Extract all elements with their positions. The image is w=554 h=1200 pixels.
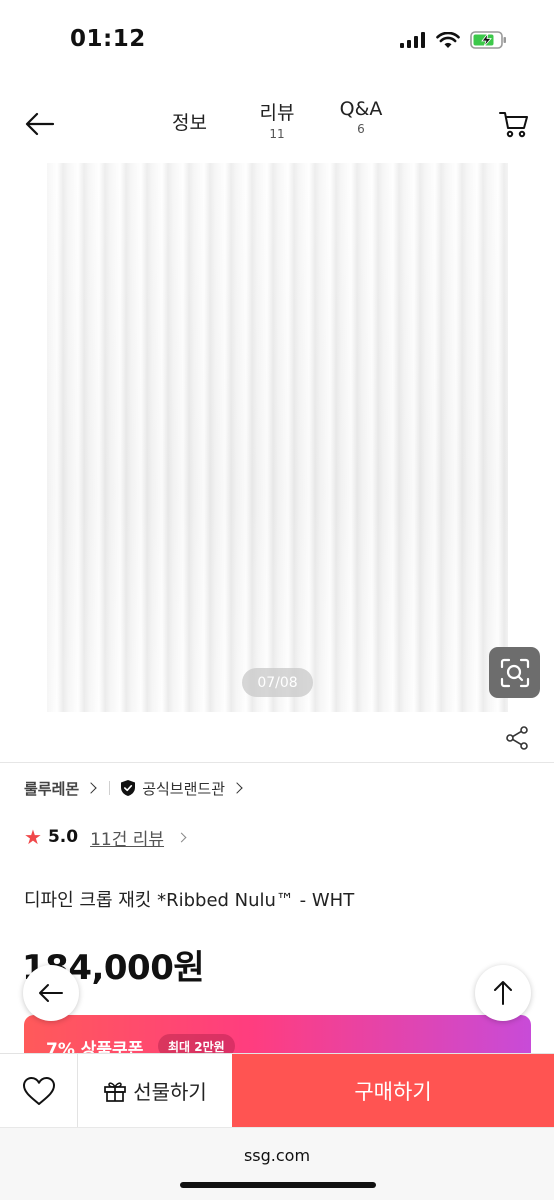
star-icon: ★: [24, 825, 42, 849]
tab-info-label: 정보: [172, 112, 207, 134]
brand-row: 룰루레몬 공식브랜드관: [24, 776, 243, 800]
wifi-icon: [436, 31, 460, 48]
gift-label: 선물하기: [133, 1080, 207, 1104]
floating-back-button[interactable]: [23, 965, 79, 1021]
gift-button[interactable]: 선물하기: [78, 1054, 232, 1127]
review-chevron-icon: [176, 832, 187, 842]
signal-icon: [400, 32, 425, 48]
back-button[interactable]: [22, 106, 58, 142]
image-counter: 07/08: [242, 668, 313, 697]
status-icons: [400, 30, 508, 50]
arrow-left-icon: [25, 112, 55, 136]
battery-icon: [470, 31, 506, 49]
product-name: 디파인 크롭 재킷 *Ribbed Nulu™ - WHT: [24, 890, 355, 911]
lens-icon: [500, 658, 529, 687]
tab-review-count: 11: [269, 127, 285, 141]
tab-qa-label: Q&A: [339, 98, 383, 120]
wishlist-button[interactable]: [0, 1054, 78, 1127]
scroll-top-button[interactable]: [475, 965, 531, 1021]
product-image[interactable]: [47, 163, 508, 712]
rating-row: ★ 5.0 11건 리뷰: [24, 824, 187, 850]
section-divider: [0, 762, 554, 763]
bottom-action-bar: 선물하기 구매하기: [0, 1053, 554, 1127]
review-count-link[interactable]: 11건 리뷰: [90, 825, 164, 850]
cart-button[interactable]: [496, 106, 532, 142]
url-text: ssg.com: [243, 1146, 311, 1165]
tab-qa[interactable]: Q&A 6: [336, 98, 386, 136]
tab-review[interactable]: 리뷰 11: [250, 98, 304, 141]
rating-value: 5.0: [47, 827, 79, 847]
image-search-button[interactable]: [489, 647, 540, 698]
buy-button[interactable]: 구매하기: [232, 1054, 554, 1127]
heart-icon: [22, 1076, 55, 1105]
gift-icon: [104, 1081, 127, 1102]
brand-chevron-icon: [85, 782, 97, 794]
arrow-left-icon: [39, 984, 63, 1002]
share-icon: [506, 726, 528, 750]
brand-name[interactable]: 룰루레몬: [24, 778, 79, 799]
home-indicator[interactable]: [180, 1182, 376, 1188]
share-button[interactable]: [503, 724, 531, 752]
official-chevron-icon: [231, 782, 243, 794]
official-shield-icon: [121, 780, 136, 796]
browser-url-bar[interactable]: ssg.com: [0, 1127, 554, 1200]
app-header: 정보 리뷰 11 Q&A 6: [0, 90, 554, 156]
status-time: 01:12: [70, 26, 146, 52]
official-brand-link[interactable]: 공식브랜드관: [142, 778, 225, 799]
tab-qa-count: 6: [357, 122, 365, 136]
cart-icon: [499, 112, 528, 138]
status-bar: 01:12: [0, 0, 554, 80]
brand-separator: [109, 781, 111, 795]
tab-review-label: 리뷰: [259, 102, 295, 124]
arrow-up-icon: [494, 981, 512, 1005]
tab-info[interactable]: 정보: [172, 108, 207, 135]
